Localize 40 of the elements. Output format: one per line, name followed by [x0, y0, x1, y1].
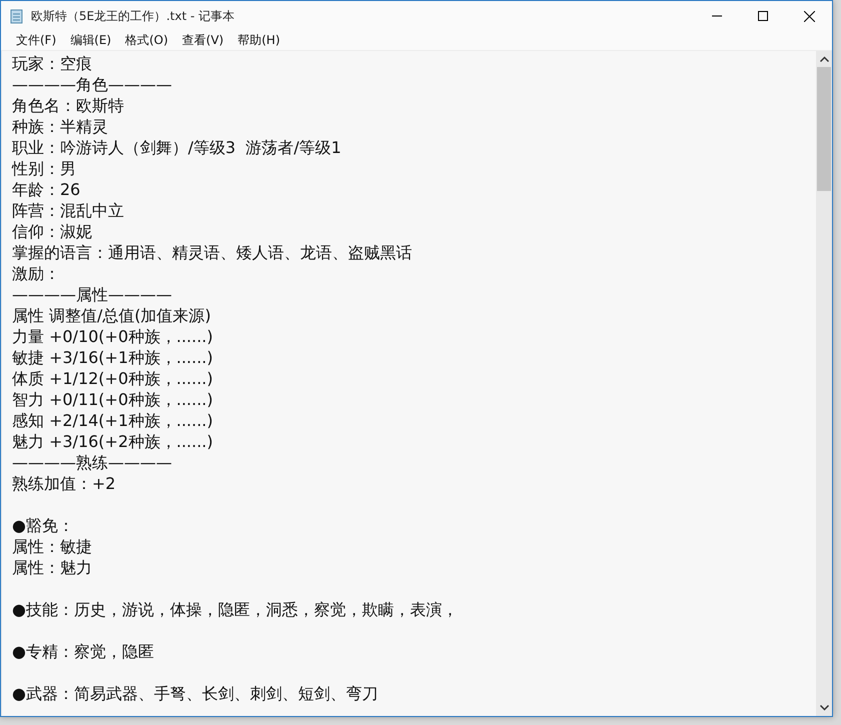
text-line: ————属性———— [12, 284, 173, 305]
scroll-down-icon[interactable] [820, 705, 828, 711]
text-line: 信仰：淑妮 [12, 221, 93, 242]
scroll-up-icon[interactable] [820, 56, 828, 62]
text-line: 玩家：空痕 [12, 53, 93, 74]
menu-item[interactable]: 编辑(E) [63, 32, 118, 49]
text-line: 感知 +2/14(+1种族，......) [12, 410, 214, 431]
notepad-icon [9, 8, 25, 24]
text-line: 体质 +1/12(+0种族，......) [12, 368, 214, 389]
text-line: 掌握的语言：通用语、精灵语、矮人语、龙语、盗贼黑话 [12, 242, 413, 263]
text-line: ————角色———— [12, 74, 173, 95]
scrollbar[interactable] [816, 51, 832, 716]
text-line: 智力 +0/11(+0种族，......) [12, 389, 214, 410]
text-line: 阵营：混乱中立 [12, 200, 125, 221]
close-icon [804, 10, 814, 22]
window-title: 欧斯特（5E龙王的工作）.txt - 记事本 [31, 8, 236, 24]
text-line: ●技能：历史，游说，体操，隐匿，洞悉，察觉，欺瞒，表演， [12, 599, 459, 620]
menu-item[interactable]: 文件(F) [9, 32, 64, 49]
text-line: 职业：吟游诗人（剑舞）/等级3 游荡者/等级1 [12, 137, 342, 158]
text-line: 种族：半精灵 [12, 116, 109, 137]
text-line: 魅力 +3/16(+2种族，......) [12, 431, 214, 452]
text-line: ————熟练———— [12, 452, 173, 473]
text-line: 激励： [12, 263, 61, 284]
scroll-thumb[interactable] [817, 67, 831, 191]
menu-item[interactable]: 查看(V) [175, 32, 231, 49]
text-line: ●专精：察觉，隐匿 [12, 641, 155, 662]
text-line: 年龄：26 [12, 179, 82, 200]
text-line: 角色名：欧斯特 [12, 95, 125, 116]
text-line: 属性：魅力 [12, 557, 93, 578]
menu-item[interactable]: 帮助(H) [230, 32, 287, 49]
text-line: ●武器：简易武器、手弩、长剑、刺剑、短剑、弯刀 [12, 683, 379, 704]
maximize-icon [758, 11, 768, 21]
menu-item[interactable]: 格式(O) [118, 32, 176, 49]
text-line: 敏捷 +3/16(+1种族，......) [12, 347, 214, 368]
text-line: 属性 调整值/总值(加值来源) [12, 305, 212, 326]
text-line: 力量 +0/10(+0种族，......) [12, 326, 214, 347]
text-line: 属性：敏捷 [12, 536, 93, 557]
text-line: 熟练加值：+2 [12, 473, 117, 494]
text-line: 性别：男 [12, 158, 77, 179]
text-line: ●豁免： [12, 515, 75, 536]
